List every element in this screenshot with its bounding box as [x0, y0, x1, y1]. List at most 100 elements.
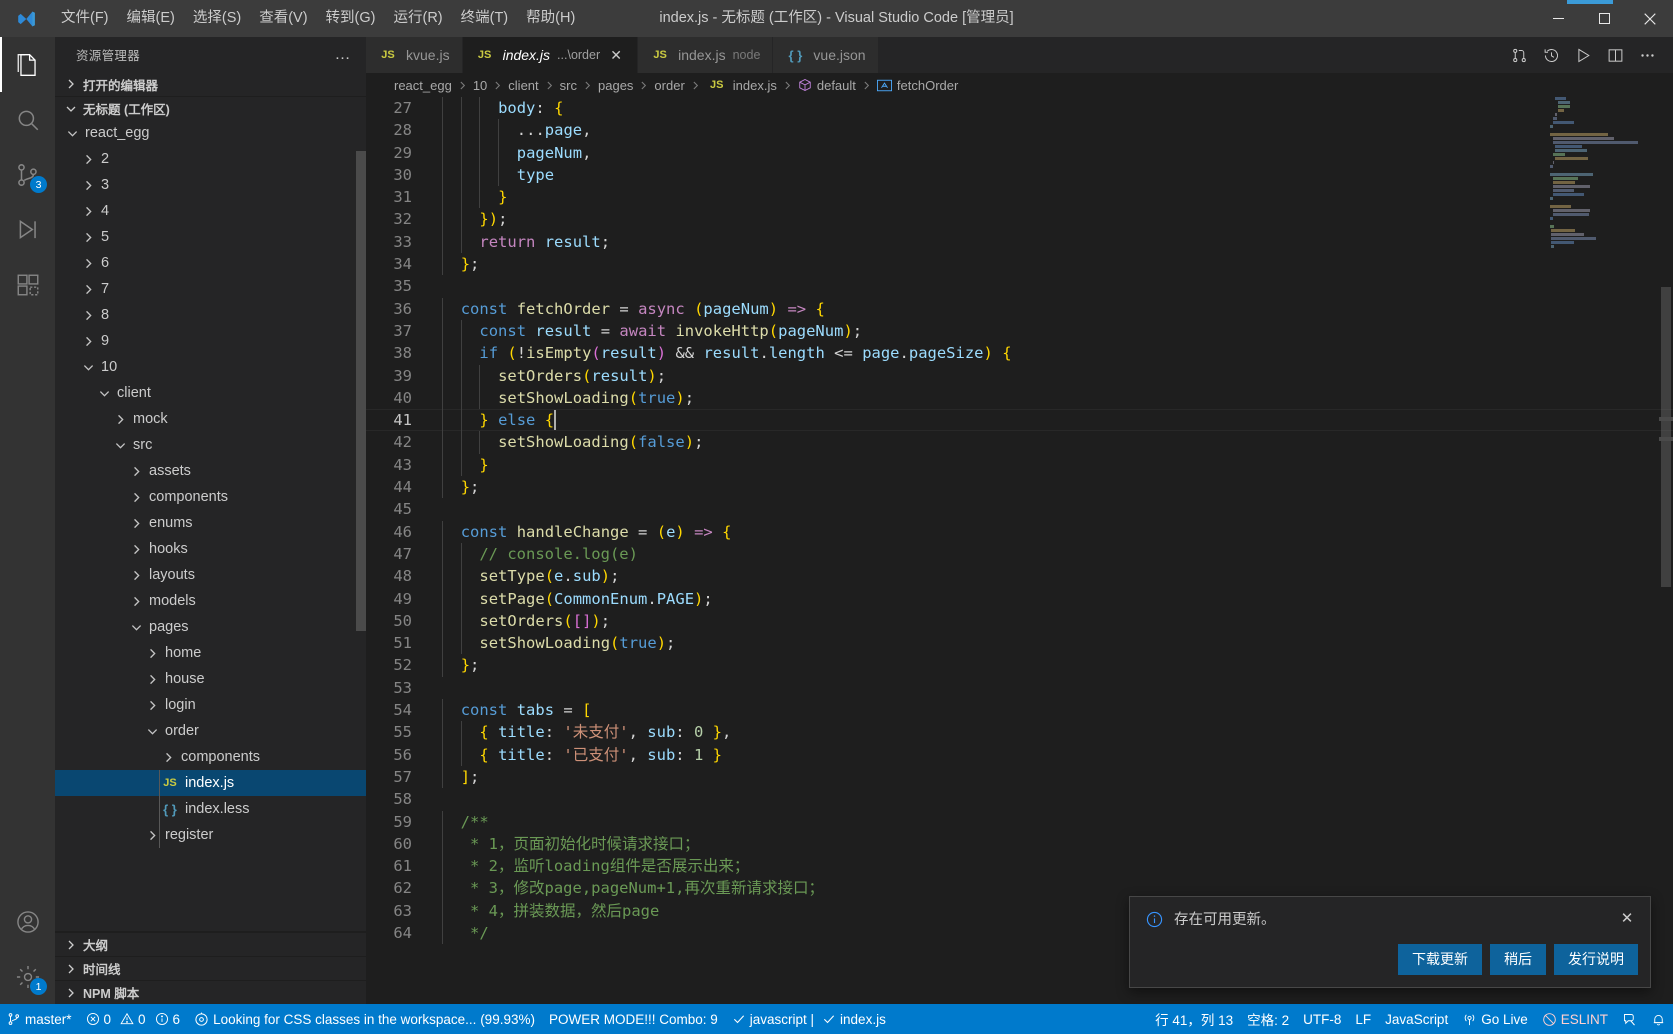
split-diff-icon[interactable] — [1505, 41, 1533, 69]
code-line[interactable]: type — [434, 163, 1673, 187]
menu-help[interactable]: 帮助(H) — [517, 0, 584, 37]
code-line[interactable]: const result = await invokeHttp(pageNum)… — [434, 319, 1673, 343]
code-line[interactable]: } — [434, 453, 1673, 477]
code-line[interactable]: } — [434, 186, 1673, 209]
code-line[interactable]: }); — [434, 208, 1673, 231]
menu-bar[interactable]: 文件(F) 编辑(E) 选择(S) 查看(V) 转到(G) 运行(R) 终端(T… — [52, 0, 584, 37]
minimap[interactable] — [1547, 97, 1659, 1004]
breadcrumb-item-order[interactable]: order — [654, 78, 684, 93]
code-line[interactable]: ]; — [434, 765, 1673, 789]
tree-folder-layouts[interactable]: layouts — [55, 562, 366, 588]
minimize-button[interactable] — [1535, 0, 1581, 37]
tree-folder-components[interactable]: components — [55, 744, 366, 770]
tree-folder-assets[interactable]: assets — [55, 458, 366, 484]
code-line[interactable]: const tabs = [ — [434, 699, 1673, 722]
more-actions-icon[interactable] — [1633, 41, 1661, 69]
activity-manage-settings[interactable]: 1 — [0, 949, 55, 1004]
menu-view[interactable]: 查看(V) — [250, 0, 316, 37]
tree-folder-hooks[interactable]: hooks — [55, 536, 366, 562]
later-button[interactable]: 稍后 — [1490, 944, 1546, 975]
tree-folder-pages[interactable]: pages — [55, 614, 366, 640]
code-line[interactable]: { title: '已支付', sub: 1 } — [434, 743, 1673, 766]
code-line[interactable] — [434, 275, 1673, 297]
code-line[interactable]: * 1，页面初始化时候请求接口； — [434, 832, 1673, 856]
code-line[interactable]: }; — [434, 654, 1673, 677]
breadcrumb-item-fetchOrder[interactable]: fetchOrder — [876, 78, 958, 93]
status-indentation[interactable]: 空格: 2 — [1240, 1004, 1296, 1034]
tree-file-index.js[interactable]: JS index.js — [55, 770, 366, 796]
menu-run[interactable]: 运行(R) — [384, 0, 451, 37]
activity-run-debug[interactable] — [0, 202, 55, 257]
breadcrumb-item-default[interactable]: default — [798, 78, 856, 93]
menu-go[interactable]: 转到(G) — [317, 0, 385, 37]
code-line[interactable] — [434, 498, 1673, 520]
status-eslint[interactable]: ESLINT — [1535, 1004, 1615, 1034]
status-css-classes[interactable]: Looking for CSS classes in the workspace… — [187, 1004, 542, 1034]
code-line[interactable]: }; — [434, 253, 1673, 276]
tree-folder-enums[interactable]: enums — [55, 510, 366, 536]
status-eol[interactable]: LF — [1348, 1004, 1378, 1034]
tree-folder-home[interactable]: home — [55, 640, 366, 666]
menu-file[interactable]: 文件(F) — [52, 0, 118, 37]
section-outline[interactable]: 大纲 — [55, 932, 366, 956]
status-branch[interactable]: master* — [0, 1004, 79, 1034]
tree-folder-client[interactable]: client — [55, 380, 366, 406]
activity-accounts[interactable] — [0, 894, 55, 949]
status-power-mode[interactable]: POWER MODE!!! Combo: 9 — [542, 1004, 725, 1034]
status-javascript-check[interactable]: javascript | index.js — [725, 1004, 893, 1034]
tree-folder-components[interactable]: components — [55, 484, 366, 510]
tree-folder-8[interactable]: 8 — [55, 302, 366, 328]
status-feedback[interactable] — [1615, 1004, 1644, 1034]
breadcrumb-item-10[interactable]: 10 — [473, 78, 487, 93]
menu-terminal[interactable]: 终端(T) — [452, 0, 518, 37]
breadcrumb-item-react_egg[interactable]: react_egg — [394, 78, 452, 93]
tree-folder-5[interactable]: 5 — [55, 224, 366, 250]
menu-selection[interactable]: 选择(S) — [184, 0, 250, 37]
editor-toolbar[interactable] — [1505, 37, 1673, 73]
code-line[interactable]: /** — [434, 810, 1673, 833]
tree-folder-login[interactable]: login — [55, 692, 366, 718]
tree-file-index.less[interactable]: { } index.less — [55, 796, 366, 822]
editor-tab-vue-json[interactable]: { } vue.json — [773, 37, 879, 73]
code-line[interactable]: { title: '未支付', sub: 0 }, — [434, 721, 1673, 744]
code-content[interactable]: body: { ...page, pageNum, type } }); ret… — [366, 97, 1673, 1004]
tree-folder-order[interactable]: order — [55, 718, 366, 744]
file-tree[interactable]: react_egg 2 3 4 5 6 7 8 9 10 client mock src assets co… — [55, 120, 366, 931]
code-line[interactable]: ...page, — [434, 119, 1673, 142]
status-go-live[interactable]: Go Live — [1455, 1004, 1535, 1034]
breadcrumb-item-index-js[interactable]: JS index.js — [706, 78, 777, 93]
tree-folder-react_egg[interactable]: react_egg — [55, 120, 366, 146]
tree-folder-7[interactable]: 7 — [55, 276, 366, 302]
editor-tabs[interactable]: JS kvue.js JS index.js ...\order ✕ JS index.js n… — [366, 37, 1673, 73]
editor-scrollbar[interactable] — [1659, 97, 1673, 1004]
tree-folder-2[interactable]: 2 — [55, 146, 366, 172]
close-button[interactable] — [1627, 0, 1673, 37]
code-line[interactable]: if (!isEmpty(result) && result.length <=… — [434, 342, 1673, 365]
code-line[interactable]: setType(e.sub); — [434, 565, 1673, 588]
sidebar-scrollbar[interactable] — [356, 151, 366, 631]
tree-folder-models[interactable]: models — [55, 588, 366, 614]
notification-toast[interactable]: 存在可用更新。 ✕ 下载更新 稍后 发行说明 — [1129, 896, 1651, 988]
code-line[interactable] — [434, 677, 1673, 699]
tree-folder-3[interactable]: 3 — [55, 172, 366, 198]
code-line[interactable]: const fetchOrder = async (pageNum) => { — [434, 297, 1673, 320]
code-editor[interactable]: 27 28 29 30 31 32 33 34 35 36 37 38 39 40 41 42 43 44 45 46… — [366, 97, 1673, 1004]
code-line[interactable]: setOrders([]); — [434, 609, 1673, 633]
code-line[interactable]: const handleChange = (e) => { — [434, 520, 1673, 543]
download-update-button[interactable]: 下载更新 — [1398, 944, 1482, 975]
status-cursor-position[interactable]: 行 41，列 13 — [1148, 1004, 1240, 1034]
code-line[interactable]: } else { — [366, 409, 1673, 432]
section-open-editors[interactable]: 打开的编辑器 — [55, 72, 366, 96]
history-icon[interactable] — [1537, 41, 1565, 69]
tree-folder-house[interactable]: house — [55, 666, 366, 692]
activity-extensions[interactable] — [0, 257, 55, 312]
code-line[interactable]: pageNum, — [434, 141, 1673, 164]
code-line[interactable]: body: { — [434, 97, 1673, 120]
breadcrumb[interactable]: react_egg 10 client src pages order JS index.js… — [366, 73, 1673, 97]
tab-close-icon[interactable]: ✕ — [607, 46, 625, 64]
activity-search[interactable] — [0, 92, 55, 147]
sidebar-more-actions-icon[interactable]: … — [327, 46, 361, 62]
editor-tab-index-js-2[interactable]: JS index.js node — [638, 37, 774, 73]
code-line[interactable]: return result; — [434, 230, 1673, 254]
section-workspace[interactable]: 无标题 (工作区) — [55, 96, 366, 120]
